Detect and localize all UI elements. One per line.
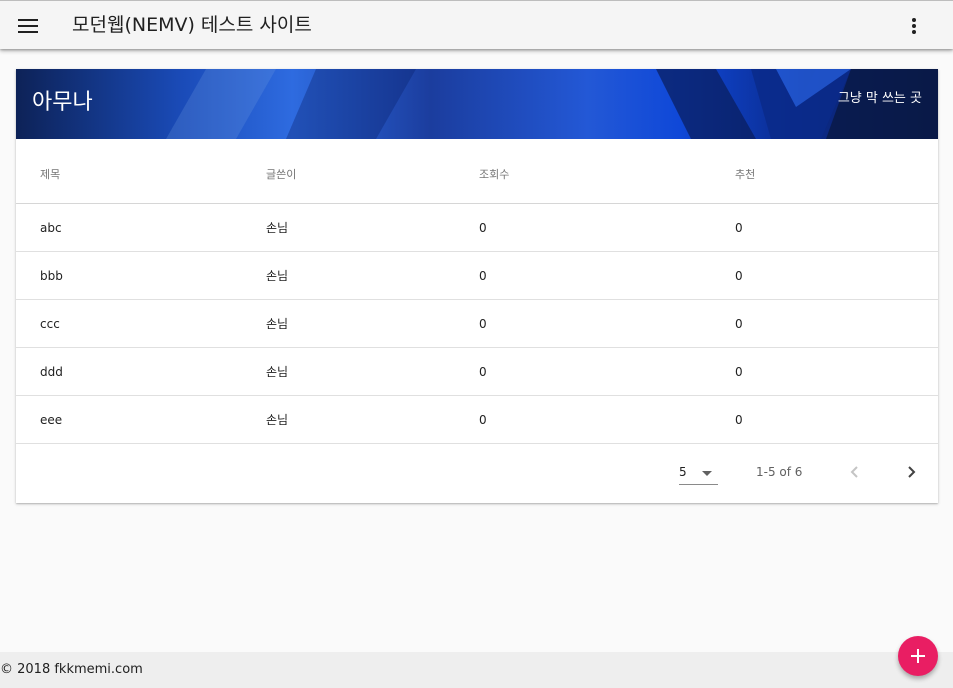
- menu-button[interactable]: [12, 10, 44, 42]
- table-pagination: 5 1-5 of 6: [16, 444, 938, 502]
- pagination-range: 1-5 of 6: [756, 465, 803, 479]
- table-row[interactable]: ccc 손님 0 0: [16, 300, 938, 348]
- more-options-button[interactable]: [898, 10, 930, 42]
- page-footer: © 2018 fkkmemi.com: [0, 652, 953, 688]
- table-row[interactable]: ddd 손님 0 0: [16, 348, 938, 396]
- arrow-drop-down-icon: [702, 471, 712, 476]
- app-title: 모던웹(NEMV) 테스트 사이트: [72, 14, 312, 36]
- row-likes: 0: [735, 413, 743, 427]
- row-title: ddd: [40, 365, 63, 379]
- row-title: eee: [40, 413, 63, 427]
- table-row[interactable]: abc 손님 0 0: [16, 204, 938, 252]
- rows-per-page-select[interactable]: 5: [679, 463, 718, 485]
- row-likes: 0: [735, 221, 743, 235]
- row-author: 손님: [266, 269, 289, 283]
- chevron-right-icon: [908, 466, 916, 478]
- row-likes: 0: [735, 269, 743, 283]
- board-title: 아무나: [32, 90, 93, 115]
- row-views: 0: [479, 365, 487, 379]
- chevron-left-icon: [850, 466, 858, 478]
- column-header-title[interactable]: 제목: [40, 167, 60, 183]
- add-post-button[interactable]: [898, 636, 938, 676]
- board-card: 아무나 그냥 막 쓰는 곳 제목 글쓴이 조회수 추천 abc 손님 0 0 b…: [16, 69, 938, 503]
- row-likes: 0: [735, 365, 743, 379]
- banner-background: [166, 69, 938, 139]
- board-subtitle: 그냥 막 쓰는 곳: [837, 91, 922, 106]
- row-likes: 0: [735, 317, 743, 331]
- more-vert-icon: [912, 18, 916, 34]
- menu-icon: [18, 19, 38, 33]
- row-title: ccc: [40, 317, 60, 331]
- column-header-author[interactable]: 글쓴이: [266, 167, 296, 183]
- row-author: 손님: [266, 365, 289, 379]
- column-header-likes[interactable]: 추천: [735, 167, 755, 183]
- table-header: 제목 글쓴이 조회수 추천: [16, 139, 938, 204]
- board-banner: 아무나 그냥 막 쓰는 곳: [16, 69, 938, 139]
- table-row[interactable]: eee 손님 0 0: [16, 396, 938, 444]
- row-views: 0: [479, 317, 487, 331]
- rows-per-page-value: 5: [679, 465, 687, 479]
- row-author: 손님: [266, 221, 289, 235]
- row-views: 0: [479, 221, 487, 235]
- row-title: bbb: [40, 269, 63, 283]
- row-title: abc: [40, 221, 62, 235]
- table-row[interactable]: bbb 손님 0 0: [16, 252, 938, 300]
- app-bar: 모던웹(NEMV) 테스트 사이트: [0, 0, 953, 49]
- row-views: 0: [479, 269, 487, 283]
- add-icon: [911, 649, 925, 663]
- posts-table: 제목 글쓴이 조회수 추천 abc 손님 0 0 bbb 손님 0 0 ccc …: [16, 139, 938, 502]
- previous-page-button[interactable]: [842, 460, 866, 484]
- row-views: 0: [479, 413, 487, 427]
- row-author: 손님: [266, 413, 289, 427]
- column-header-views[interactable]: 조회수: [479, 167, 509, 183]
- copyright-text: © 2018 fkkmemi.com: [0, 662, 143, 677]
- next-page-button[interactable]: [900, 460, 924, 484]
- row-author: 손님: [266, 317, 289, 331]
